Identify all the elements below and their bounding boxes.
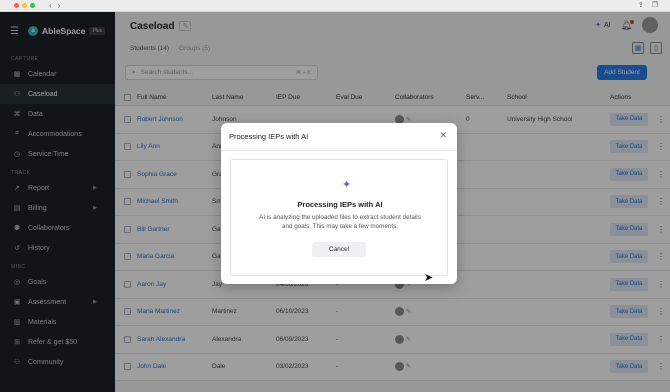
close-icon[interactable]: ✕ (439, 130, 447, 141)
processing-description: AI is analyzing the uploaded files to ex… (259, 214, 421, 231)
cancel-button[interactable]: Cancel (312, 242, 366, 257)
modal-title: Processing IEPs with AI (229, 132, 309, 141)
modal-divider (221, 150, 457, 151)
ai-sparkle-icon: ✦ (342, 179, 352, 191)
forward-arrow-icon[interactable]: › (58, 1, 61, 10)
mouse-cursor-icon: ➤ (424, 272, 434, 284)
processing-panel: ✦ Processing IEPs with AI AI is analyzin… (230, 159, 448, 276)
maximize-window-button[interactable] (30, 3, 35, 8)
back-arrow-icon[interactable]: ‹ (49, 1, 52, 10)
share-icon[interactable]: ⇪ (638, 1, 644, 9)
close-window-button[interactable] (14, 3, 19, 8)
processing-heading: Processing IEPs with AI (297, 200, 383, 209)
minimize-window-button[interactable] (22, 3, 27, 8)
processing-modal: Processing IEPs with AI ✕ ✦ Processing I… (221, 123, 457, 284)
copy-icon[interactable]: ❐ (652, 1, 658, 9)
browser-chrome: ‹ › ⇪ ❐ (0, 0, 670, 12)
